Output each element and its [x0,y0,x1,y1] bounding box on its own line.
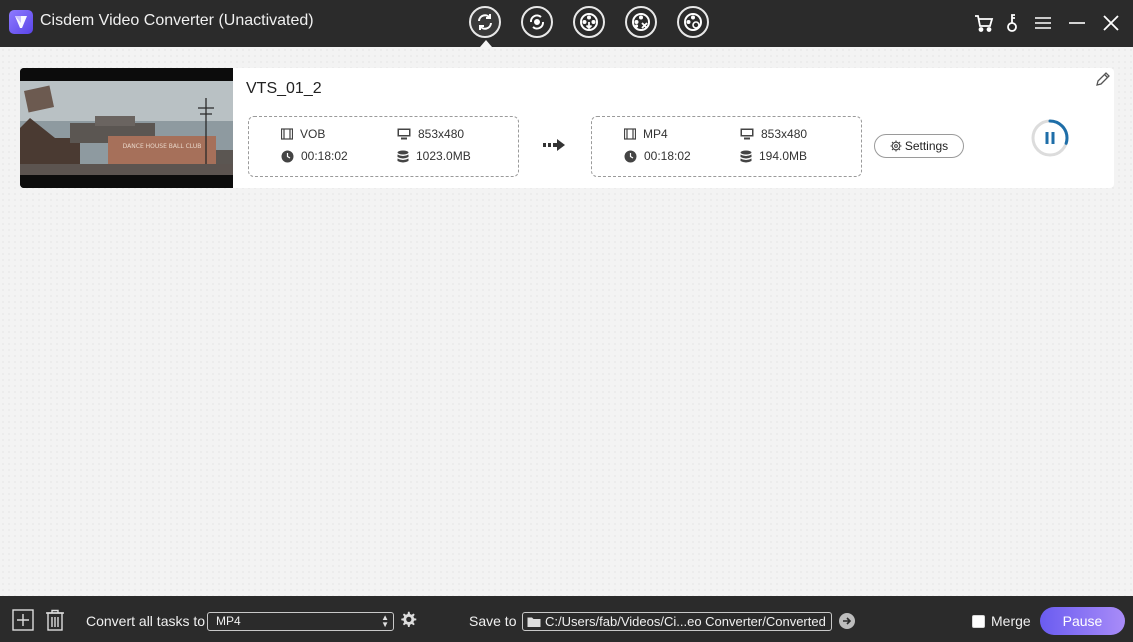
menu-icon[interactable] [1032,12,1054,34]
convert-all-label: Convert all tasks to [86,613,206,629]
bottom-bar: Convert all tasks to MP4 ▲ ▼ Save to C:/U… [0,596,1133,642]
monitor-icon [740,128,754,140]
output-format: MP4 [624,127,668,141]
close-icon[interactable] [1100,12,1122,34]
output-size-value: 194.0MB [759,149,808,163]
video-thumbnail[interactable]: DANCE HOUSE BALL CLUB [20,68,233,188]
save-path-value: C:/Users/fab/Videos/Ci...eo Converter/Co… [545,614,826,629]
merge-checkbox[interactable] [972,615,985,628]
add-file-icon[interactable] [12,609,34,631]
dvd-mode-icon[interactable] [677,6,709,38]
merge-label: Merge [991,613,1031,629]
source-size-value: 1023.0MB [416,149,471,163]
film-icon [281,128,293,140]
gear-icon [890,140,902,152]
output-resolution-value: 853x480 [761,127,808,141]
film-icon [624,128,636,140]
app-title: Cisdem Video Converter (Unactivated) [40,12,314,29]
source-duration-value: 00:18:02 [301,149,348,163]
title-bar: Cisdem Video Converter (Unactivated) [0,0,1133,47]
app-logo-icon [9,10,33,34]
source-format: VOB [281,127,325,141]
pause-progress-button[interactable] [1030,118,1070,158]
download-mode-icon[interactable] [573,6,605,38]
source-size: 1023.0MB [397,149,471,163]
output-duration-value: 00:18:02 [644,149,691,163]
save-path-field[interactable]: C:/Users/fab/Videos/Ci...eo Converter/Co… [522,612,832,631]
active-mode-indicator [480,40,492,47]
cart-icon[interactable] [973,12,995,34]
task-card[interactable]: DANCE HOUSE BALL CLUB VTS_01_2 VOB 853x4… [20,68,1114,188]
output-format-select[interactable]: MP4 ▲ ▼ [207,612,394,631]
burn-mode-icon[interactable] [521,6,553,38]
trash-icon[interactable] [44,609,66,631]
open-folder-arrow-icon[interactable] [838,612,860,634]
output-duration: 00:18:02 [624,149,691,163]
source-info-box: VOB 853x480 00:18:02 1023.0MB [248,116,519,177]
output-resolution: 853x480 [740,127,807,141]
source-resolution-value: 853x480 [418,127,465,141]
database-icon [740,150,752,162]
source-resolution: 853x480 [397,127,464,141]
output-format-select-value: MP4 [216,614,241,628]
settings-label: Settings [904,139,949,153]
task-list-area: DANCE HOUSE BALL CLUB VTS_01_2 VOB 853x4… [0,47,1133,596]
output-size: 194.0MB [740,149,807,163]
clock-icon [624,150,637,162]
source-duration: 00:18:02 [281,149,348,163]
clock-icon [281,150,294,162]
convert-arrow-icon [543,138,567,157]
pause-all-button[interactable]: Pause [1040,607,1125,635]
pause-bar-right [1051,132,1055,144]
settings-button[interactable]: Settings [874,134,964,158]
rename-pencil-icon[interactable] [1094,70,1112,88]
format-settings-gear-icon[interactable] [399,611,421,633]
save-to-label: Save to [469,613,517,629]
source-format-value: VOB [300,127,326,141]
monitor-icon [397,128,411,140]
minimize-icon[interactable] [1066,12,1088,34]
edit-mode-icon[interactable] [625,6,657,38]
convert-mode-icon[interactable] [469,6,501,38]
database-icon [397,150,409,162]
folder-icon [527,617,541,627]
thumbnail-sign-line-1: DANCE HOUSE BALL CLUB [123,143,202,150]
file-name: VTS_01_2 [246,80,322,97]
spinner-arrows-icon: ▲ ▼ [381,613,389,629]
output-format-value: MP4 [643,127,668,141]
pause-bar-left [1045,132,1049,144]
output-info-box[interactable]: MP4 853x480 00:18:02 194.0MB [591,116,862,177]
key-icon[interactable] [1001,12,1023,34]
